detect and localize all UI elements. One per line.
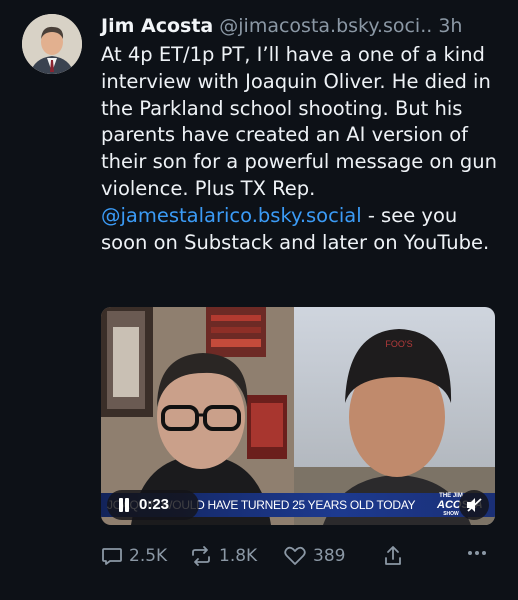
like-count: 389	[313, 546, 346, 566]
repost-button[interactable]: 1.8K	[189, 545, 257, 567]
repost-count: 1.8K	[219, 546, 258, 566]
post-text-part1: At 4p ET/1p PT, I’ll have a one of a kin…	[101, 43, 497, 200]
video-player[interactable]: FOO'S JOAQUIN WOULD HAVE TURNED 25 YEARS…	[101, 307, 495, 525]
more-options-button[interactable]	[467, 549, 487, 557]
video-elapsed-time: 0:23	[139, 496, 170, 513]
post-text: At 4p ET/1p PT, I’ll have a one of a kin…	[101, 42, 505, 256]
author-handle[interactable]: @jimacosta.bsky.soci..	[219, 15, 432, 37]
mention-link[interactable]: @jamestalarico.bsky.social	[101, 204, 362, 227]
mute-button[interactable]	[459, 490, 489, 520]
post-actions: 2.5K 1.8K 389	[101, 545, 505, 573]
playback-control[interactable]: 0:23	[107, 490, 199, 520]
reply-button[interactable]: 2.5K	[101, 545, 167, 567]
hat-text: FOO'S	[385, 339, 412, 349]
post-timestamp[interactable]: 3h	[438, 15, 462, 37]
heart-icon	[284, 546, 306, 565]
reply-icon	[102, 548, 122, 565]
author-avatar[interactable]	[22, 14, 82, 74]
share-button[interactable]	[383, 545, 403, 567]
author-name[interactable]: Jim Acosta	[101, 15, 213, 37]
share-icon	[385, 546, 401, 565]
more-dots-icon	[468, 551, 486, 555]
repost-icon	[192, 546, 210, 566]
post-header: Jim Acosta @jimacosta.bsky.soci.. 3h	[101, 14, 504, 38]
pause-icon[interactable]	[117, 498, 131, 512]
speaker-muted-icon	[467, 498, 482, 512]
reply-count: 2.5K	[129, 546, 168, 566]
avatar-image	[22, 14, 82, 74]
like-button[interactable]: 389	[283, 545, 345, 567]
